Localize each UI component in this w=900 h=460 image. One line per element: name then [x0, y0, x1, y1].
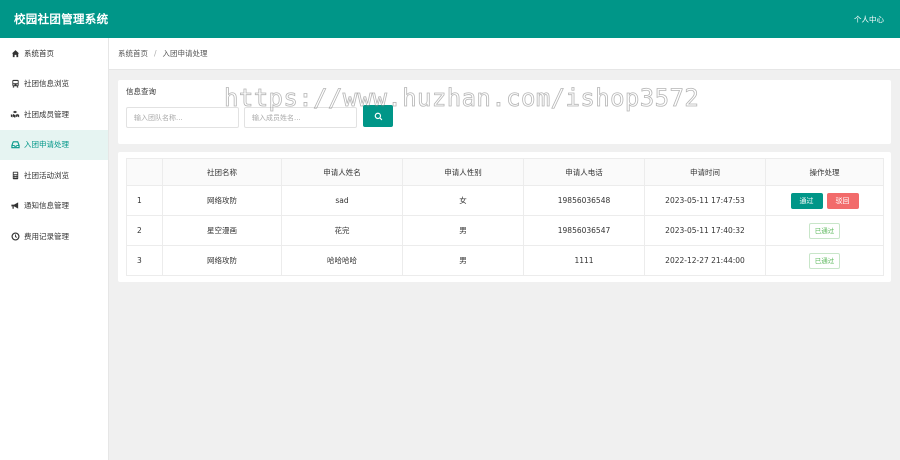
sidebar: 系统首页 社团信息浏览 社团成员管理 入团申请处理 社团活动浏览 通知信息管理	[0, 38, 109, 460]
row-index: 1	[126, 185, 163, 216]
search-button[interactable]	[363, 105, 393, 127]
cell-action: 已通过	[765, 245, 884, 276]
cubes-icon	[10, 109, 20, 119]
cell-gender: 男	[402, 245, 524, 276]
breadcrumb: 系统首页 / 入团申请处理	[109, 38, 900, 70]
cell-time: 2023-05-11 17:47:53	[644, 185, 766, 216]
breadcrumb-current: 入团申请处理	[162, 49, 208, 58]
reject-button[interactable]: 驳回	[826, 192, 859, 209]
clock-icon	[10, 231, 20, 241]
bullhorn-icon	[10, 201, 20, 211]
sidebar-item-label: 社团活动浏览	[24, 170, 69, 180]
cell-action: 已通过	[765, 215, 884, 246]
breadcrumb-separator: /	[154, 49, 157, 58]
approve-button[interactable]: 通过	[790, 192, 823, 209]
calculator-icon	[10, 170, 20, 180]
column-header-gender: 申请人性别	[402, 158, 524, 186]
sidebar-item-label: 社团成员管理	[24, 109, 69, 119]
cell-name: 花完	[281, 215, 403, 246]
row-index: 3	[126, 245, 163, 276]
table-header-row: 社团名称 申请人姓名 申请人性别 申请人电话 申请时间 操作处理	[126, 158, 884, 186]
table-row: 3 网络攻防 哈哈哈哈 男 1111 2022-12-27 21:44:00 已…	[126, 245, 884, 276]
sidebar-item-notices[interactable]: 通知信息管理	[0, 191, 108, 222]
cell-gender: 男	[402, 215, 524, 246]
cell-action: 通过 驳回	[765, 185, 884, 216]
sidebar-item-members[interactable]: 社团成员管理	[0, 99, 108, 130]
bus-icon	[10, 79, 20, 89]
column-header-action: 操作处理	[765, 158, 884, 186]
breadcrumb-home[interactable]: 系统首页	[118, 48, 148, 59]
table-row: 2 星空漫画 花完 男 19856036547 2023-05-11 17:40…	[126, 215, 884, 246]
search-panel-title: 信息查询	[126, 87, 156, 96]
sidebar-item-applications[interactable]: 入团申请处理	[0, 129, 108, 160]
cell-name: 哈哈哈哈	[281, 245, 403, 276]
cell-phone: 19856036547	[523, 215, 645, 246]
cell-time: 2023-05-11 17:40:32	[644, 215, 766, 246]
cell-club: 网络攻防	[162, 245, 282, 276]
column-header-phone: 申请人电话	[523, 158, 645, 186]
home-icon	[10, 48, 20, 58]
sidebar-item-fees[interactable]: 费用记录管理	[0, 221, 108, 252]
cell-phone: 1111	[523, 245, 645, 276]
cell-gender: 女	[402, 185, 524, 216]
sidebar-item-label: 费用记录管理	[24, 231, 69, 241]
row-index: 2	[126, 215, 163, 246]
sidebar-item-label: 入团申请处理	[24, 140, 69, 150]
cell-club: 网络攻防	[162, 185, 282, 216]
cell-name: sad	[281, 185, 403, 216]
search-icon	[374, 112, 383, 121]
cell-time: 2022-12-27 21:44:00	[644, 245, 766, 276]
cell-club: 星空漫画	[162, 215, 282, 246]
inbox-icon	[10, 140, 20, 150]
applications-panel: 社团名称 申请人姓名 申请人性别 申请人电话 申请时间 操作处理 1 网络攻防 …	[118, 152, 891, 282]
passed-badge: 已通过	[808, 252, 841, 269]
column-header-club: 社团名称	[162, 158, 282, 186]
passed-badge: 已通过	[808, 222, 841, 239]
sidebar-item-activities[interactable]: 社团活动浏览	[0, 160, 108, 191]
table-row: 1 网络攻防 sad 女 19856036548 2023-05-11 17:4…	[126, 185, 884, 216]
column-header-name: 申请人姓名	[281, 158, 403, 186]
club-name-input[interactable]	[126, 107, 239, 128]
sidebar-item-club-info[interactable]: 社团信息浏览	[0, 69, 108, 100]
column-header-index	[126, 158, 163, 186]
sidebar-item-home[interactable]: 系统首页	[0, 38, 108, 69]
sidebar-item-label: 通知信息管理	[24, 201, 69, 211]
top-bar: 校园社团管理系统 个人中心	[0, 0, 900, 38]
user-center-link[interactable]: 个人中心	[854, 14, 884, 25]
sidebar-item-label: 社团信息浏览	[24, 79, 69, 89]
cell-phone: 19856036548	[523, 185, 645, 216]
sidebar-item-label: 系统首页	[24, 48, 54, 58]
applications-table: 社团名称 申请人姓名 申请人性别 申请人电话 申请时间 操作处理 1 网络攻防 …	[126, 158, 884, 276]
member-name-input[interactable]	[244, 107, 357, 128]
search-panel: 信息查询	[118, 80, 891, 144]
app-title: 校园社团管理系统	[14, 12, 109, 26]
column-header-time: 申请时间	[644, 158, 766, 186]
